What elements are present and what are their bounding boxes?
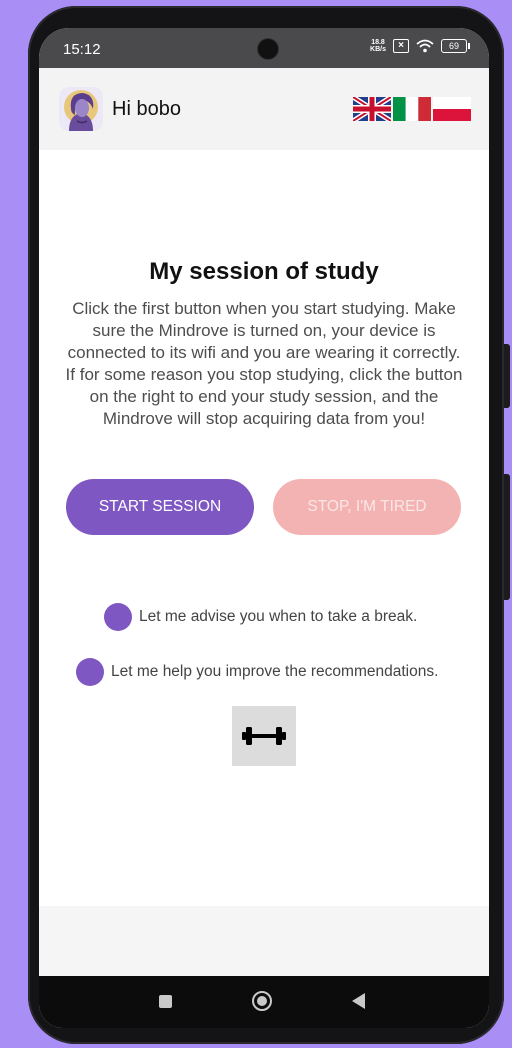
break-advice-option[interactable]: Let me advise you when to take a break. — [104, 603, 417, 631]
camera-cutout — [257, 38, 279, 60]
break-advice-label: Let me advise you when to take a break. — [139, 608, 418, 625]
status-bar: 15:12 18.8 KB/s × 69 — [39, 28, 489, 68]
system-nav-bar — [39, 976, 489, 1028]
greeting-text: Hi bobo — [112, 98, 181, 120]
page-title: My session of study — [149, 258, 379, 285]
net-speed-unit: KB/s — [370, 46, 386, 53]
net-speed-value: 18.8 — [371, 39, 385, 46]
status-icons: 18.8 KB/s × 69 — [370, 39, 470, 53]
recommendations-toggle[interactable] — [76, 658, 104, 686]
home-icon[interactable] — [252, 991, 272, 1011]
net-speed: 18.8 KB/s — [370, 39, 386, 53]
break-advice-toggle[interactable] — [104, 603, 132, 631]
bottom-area — [39, 906, 489, 976]
italian-flag[interactable] — [393, 97, 431, 121]
recent-apps-icon[interactable] — [159, 995, 172, 1008]
instructions-text: Click the first button when you start st… — [65, 299, 463, 428]
dumbbell-icon — [242, 727, 286, 745]
power-button — [504, 474, 510, 600]
volume-button — [504, 344, 510, 408]
phone-screen: 15:12 18.8 KB/s × 69 Hi bobo My session … — [39, 28, 489, 1028]
stop-session-button[interactable]: STOP, I'M TIRED — [273, 479, 461, 535]
english-flag[interactable] — [353, 97, 391, 121]
start-session-button[interactable]: START SESSION — [66, 479, 254, 535]
back-icon[interactable] — [352, 993, 365, 1009]
polish-flag[interactable] — [433, 97, 471, 121]
dumbbell-button[interactable] — [232, 706, 296, 766]
recommendations-label: Let me help you improve the recommendati… — [111, 663, 439, 680]
no-sim-icon: × — [393, 39, 409, 53]
status-time: 15:12 — [63, 41, 101, 58]
avatar-woman-icon[interactable] — [59, 87, 103, 131]
battery-level: 69 — [448, 41, 459, 51]
battery-icon: 69 — [441, 39, 470, 53]
wifi-icon — [416, 39, 434, 53]
app-header: Hi bobo — [39, 68, 489, 150]
recommendations-option[interactable]: Let me help you improve the recommendati… — [76, 658, 438, 686]
language-selector — [353, 97, 471, 121]
